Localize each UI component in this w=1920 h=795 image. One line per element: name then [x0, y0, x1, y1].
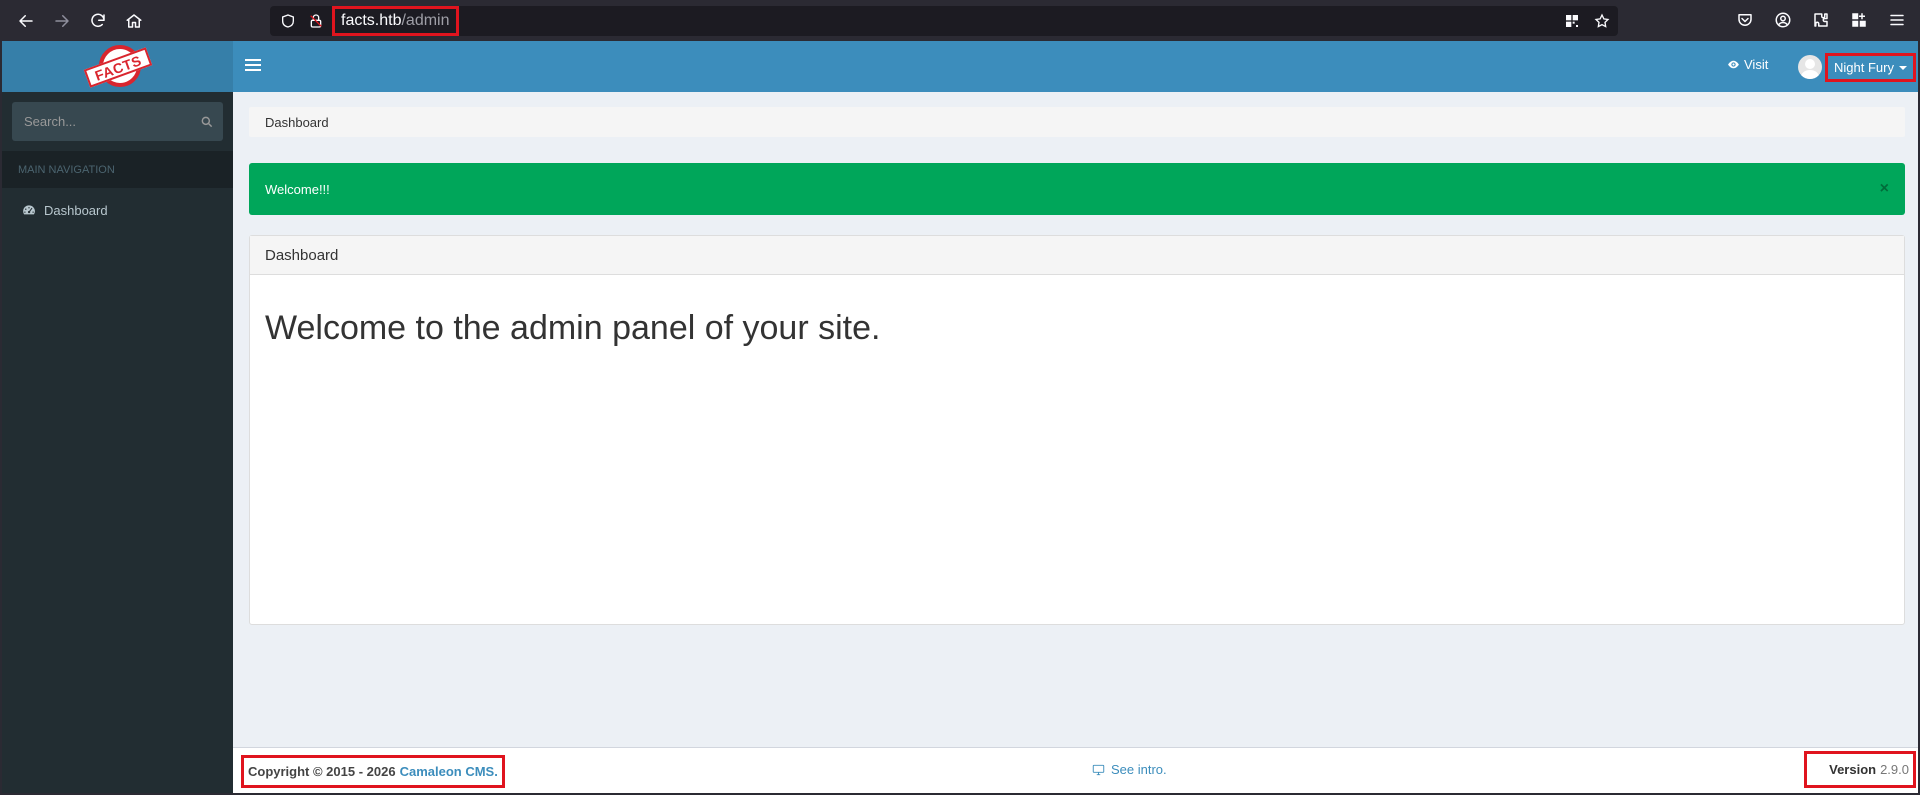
url-host: facts.htb: [341, 12, 402, 29]
user-menu-dropdown[interactable]: Night Fury: [1825, 53, 1916, 82]
home-icon: [126, 13, 142, 28]
menu-icon[interactable]: [1880, 3, 1914, 37]
url-bar[interactable]: facts.htb/admin: [270, 6, 1618, 36]
back-button[interactable]: [8, 3, 44, 39]
url-path: /admin: [401, 12, 450, 29]
breadcrumb: Dashboard: [249, 107, 1905, 137]
reload-button[interactable]: [80, 3, 116, 39]
forward-button[interactable]: [44, 3, 80, 39]
logo-area[interactable]: FACTS: [2, 41, 233, 92]
alert-message: Welcome!!!: [265, 181, 330, 197]
version-label: Version: [1829, 762, 1877, 777]
cms-link[interactable]: Camaleon CMS.: [400, 764, 498, 779]
sidebar-search: [12, 102, 223, 141]
sidebar: FACTS MAIN NAVIGATION Dashboard: [2, 41, 233, 793]
reload-icon: [91, 13, 105, 27]
user-name: Night Fury: [1834, 60, 1894, 75]
sidebar-header: MAIN NAVIGATION: [2, 151, 233, 188]
dashboard-panel: Dashboard Welcome to the admin panel of …: [249, 235, 1905, 625]
success-alert: Welcome!!! ×: [249, 163, 1905, 215]
search-icon[interactable]: [200, 114, 214, 130]
arrow-left-icon: [19, 14, 33, 27]
close-icon[interactable]: ×: [1880, 180, 1889, 198]
facts-logo[interactable]: FACTS: [83, 44, 152, 89]
copyright-text: Copyright © 2015 - 2026: [248, 764, 396, 779]
panel-title: Dashboard: [250, 236, 1904, 275]
sidebar-toggle-icon[interactable]: [245, 57, 261, 73]
breadcrumb-item: Dashboard: [265, 114, 329, 130]
admin-app: FACTS MAIN NAVIGATION Dashboard Visit Ni…: [2, 41, 1918, 793]
visit-label: Visit: [1744, 57, 1769, 72]
monitor-icon: [1092, 764, 1105, 775]
copyright: Copyright © 2015 - 2026 Camaleon CMS.: [241, 755, 505, 788]
welcome-heading: Welcome to the admin panel of your site.: [265, 309, 881, 347]
panel-body: Welcome to the admin panel of your site.: [250, 275, 1904, 382]
url-text[interactable]: facts.htb/admin: [332, 6, 459, 36]
dashboard-icon: [23, 205, 35, 215]
qr-code-icon[interactable]: [1562, 11, 1582, 31]
visit-link[interactable]: Visit: [1727, 57, 1768, 72]
search-input[interactable]: [24, 114, 200, 129]
avatar[interactable]: [1798, 55, 1822, 79]
see-intro-link[interactable]: See intro.: [1091, 762, 1167, 777]
footer: Copyright © 2015 - 2026 Camaleon CMS. Se…: [233, 747, 1918, 793]
sidebar-item-dashboard[interactable]: Dashboard: [2, 188, 233, 232]
top-navbar: Visit Night Fury: [233, 41, 1918, 92]
lock-icon[interactable]: [306, 11, 326, 31]
account-icon[interactable]: [1766, 3, 1800, 37]
pocket-icon[interactable]: [1728, 3, 1762, 37]
sidebar-item-label: Dashboard: [44, 202, 108, 218]
apps-grid-icon[interactable]: [1842, 3, 1876, 37]
browser-toolbar: facts.htb/admin: [0, 0, 1920, 41]
arrow-right-icon: [55, 14, 69, 27]
caret-down-icon: [1898, 65, 1907, 70]
version-number: 2.9.0: [1880, 762, 1909, 777]
bookmark-star-icon[interactable]: [1592, 11, 1612, 31]
eye-icon: [1728, 60, 1739, 69]
see-intro-label: See intro.: [1111, 762, 1167, 777]
home-button[interactable]: [116, 3, 152, 39]
version-info: Version 2.9.0: [1804, 751, 1916, 788]
extensions-icon[interactable]: [1804, 3, 1838, 37]
shield-icon[interactable]: [278, 11, 298, 31]
